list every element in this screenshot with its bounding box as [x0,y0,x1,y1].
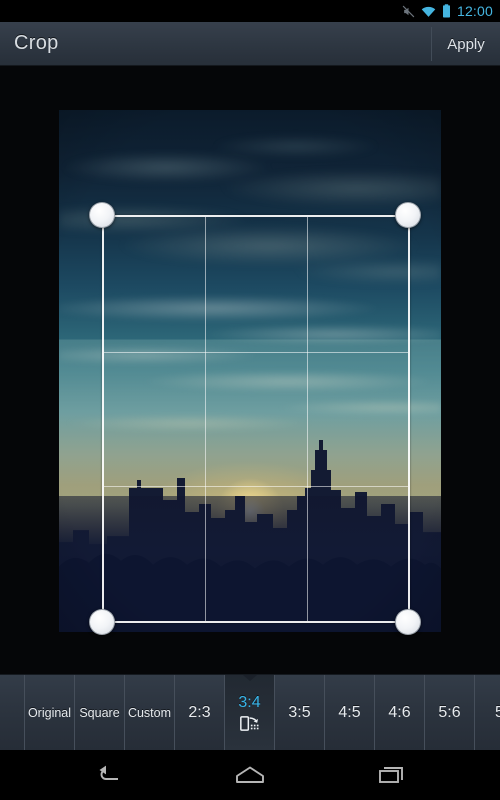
ratio-label: 4:5 [338,704,361,721]
status-clock: 12:00 [456,3,493,19]
back-icon[interactable] [80,750,136,800]
page-title: Crop [14,32,59,54]
wifi-icon [421,5,436,18]
photo-canvas[interactable] [0,66,500,674]
crop-grid-line-vertical-1 [205,217,207,621]
recents-icon[interactable] [364,750,420,800]
crop-grid-line-horizontal-1 [104,351,408,353]
apply-button[interactable]: Apply [432,22,500,66]
crop-handle-bottom-right[interactable] [395,609,421,635]
crop-handle-top-left[interactable] [89,202,115,228]
ratio-label: 5 [495,704,500,722]
ratio-cell-4-6[interactable]: 4:6 [375,675,425,750]
rotate-orientation-icon[interactable] [239,715,260,732]
mute-icon [402,5,415,18]
status-bar: 12:00 [0,0,500,22]
crop-handle-top-right[interactable] [395,202,421,228]
crop-grid-line-horizontal-2 [104,486,408,488]
navigation-bar [0,750,500,800]
ratio-cell-3-4[interactable]: 3:4 [225,675,275,750]
ratio-label: Custom [127,706,172,720]
crop-frame[interactable] [102,215,410,623]
home-icon[interactable] [222,750,278,800]
ratio-cell-original[interactable]: Original [25,675,75,750]
ratio-cell-3-5[interactable]: 3:5 [275,675,325,750]
ratio-label: 3:5 [288,704,311,721]
ratio-cell-4-5[interactable]: 4:5 [325,675,375,750]
ratio-cell-2-3[interactable]: 2:3 [175,675,225,750]
ratio-label: 4:6 [388,704,411,721]
ratio-label: 5:6 [438,704,461,721]
ratio-cell-custom[interactable]: Custom [125,675,175,750]
ratio-cell-partial-left[interactable] [0,675,25,750]
aspect-ratio-strip[interactable]: Original Square Custom 2:3 3:4 3:5 4:5 4… [0,674,500,750]
ratio-label: 2:3 [188,704,211,721]
ratio-cell-square[interactable]: Square [75,675,125,750]
ratio-label: 3:4 [238,694,261,711]
apply-button-label: Apply [447,35,485,53]
ratio-label: Original [27,706,72,720]
crop-handle-bottom-left[interactable] [89,609,115,635]
ratio-cell-partial-right[interactable]: 5 [475,675,500,750]
crop-screen: 12:00 Crop Apply Original Square Custom … [0,0,500,800]
battery-icon [442,4,451,18]
selected-notch [242,675,257,681]
ratio-cell-5-6[interactable]: 5:6 [425,675,475,750]
ratio-label: Square [79,706,120,720]
action-bar: Crop Apply [0,22,500,66]
crop-grid-line-vertical-2 [306,217,308,621]
